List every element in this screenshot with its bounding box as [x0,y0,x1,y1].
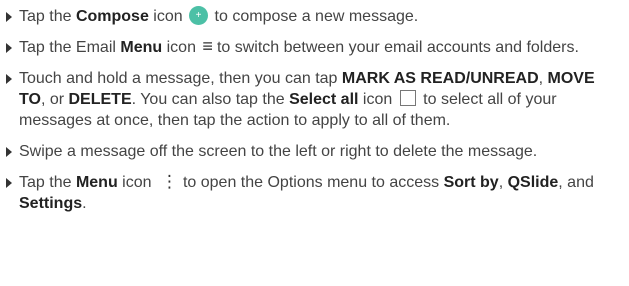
vertical-dots-menu-icon: ⋮ [160,171,178,191]
bullet-icon [6,178,12,188]
instruction-list: Tap the Compose icon to compose a new me… [0,0,629,214]
list-item-compose: Tap the Compose icon to compose a new me… [0,5,629,27]
list-item-swipe: Swipe a message off the screen to the le… [0,141,629,162]
item-text: Tap the Email Menu icon ≡ to switch betwe… [19,35,579,56]
item-text: Swipe a message off the screen to the le… [19,143,538,160]
list-item-touch-hold: Touch and hold a message, then you can t… [0,68,629,131]
bullet-icon [6,12,12,22]
bullet-icon [6,43,12,53]
select-all-checkbox-icon [399,90,416,107]
bullet-icon [6,74,12,84]
list-item-email-menu: Tap the Email Menu icon ≡ to switch betwe… [0,35,629,58]
item-text: Tap the Compose icon to compose a new me… [19,5,418,25]
list-item-options-menu: Tap the Menu icon ⋮ to open the Options m… [0,172,629,214]
compose-icon [189,5,209,25]
hamburger-menu-icon: ≡ [202,35,213,56]
bullet-icon [6,147,12,157]
item-text: Touch and hold a message, then you can t… [19,70,595,129]
item-text: Tap the Menu icon ⋮ to open the Options m… [19,171,594,212]
